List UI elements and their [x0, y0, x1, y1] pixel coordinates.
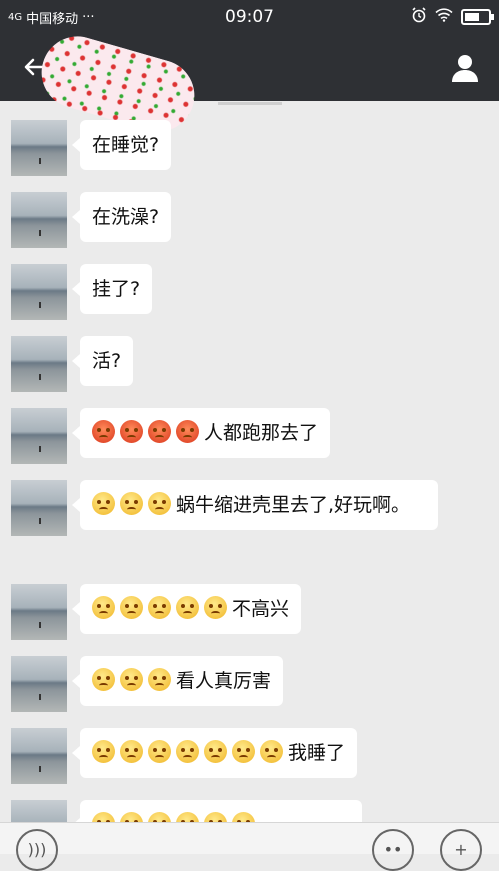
smiley-face-emoji-icon [260, 740, 283, 763]
smiley-face-emoji-icon [204, 812, 227, 822]
smiley-face-emoji-icon [148, 812, 171, 822]
avatar[interactable] [11, 192, 67, 248]
message-bubble[interactable] [72, 800, 362, 822]
angry-face-emoji-icon [92, 420, 115, 443]
message-text: 活? [92, 350, 122, 372]
alarm-icon [411, 7, 427, 27]
message-bubble[interactable]: 不高兴 [71, 584, 302, 634]
avatar[interactable] [11, 336, 67, 392]
message-bubble[interactable]: 人都跑那去了 [71, 408, 331, 458]
message-text: 看人真厉害 [176, 670, 272, 692]
smiley-face-emoji-icon [204, 740, 227, 763]
message-text: 在睡觉? [92, 134, 160, 156]
message-bubble[interactable]: 看人真厉害 [71, 656, 284, 706]
smiley-face-emoji-icon [176, 740, 199, 763]
message-text: 在洗澡? [92, 206, 160, 228]
avatar[interactable] [11, 120, 67, 176]
message-bubble[interactable]: 蜗牛缩进壳里去了,好玩啊。 [72, 480, 438, 530]
smiley-face-emoji-icon [120, 740, 143, 763]
angry-face-emoji-icon [120, 420, 143, 443]
battery-fill [465, 13, 479, 21]
input-bar: ))) •• + [0, 822, 499, 871]
smiley-face-emoji-icon [120, 812, 143, 822]
smiley-face-emoji-icon [92, 812, 115, 822]
smiley-face-emoji-icon [120, 668, 143, 691]
smiley-face-emoji-icon [204, 596, 227, 619]
avatar[interactable] [11, 408, 67, 464]
pull-indicator [218, 102, 282, 105]
angry-face-emoji-icon [148, 420, 171, 443]
voice-icon[interactable]: ))) [16, 829, 58, 871]
message-text: 我睡了 [288, 742, 346, 764]
message-list[interactable]: 在睡觉? 在洗澡? 挂了? 活? 人都跑那去了 蜗牛缩进壳里去了,好玩啊。 不高… [0, 110, 499, 822]
smiley-face-emoji-icon [120, 596, 143, 619]
message-text: 不高兴 [232, 598, 290, 620]
smiley-face-emoji-icon [92, 596, 115, 619]
message-bubble[interactable]: 挂了? [71, 264, 153, 314]
message-text: 人都跑那去了 [204, 422, 319, 444]
status-right [411, 7, 494, 27]
smiley-face-emoji-icon [148, 740, 171, 763]
smiley-face-emoji-icon [232, 812, 255, 822]
person-icon[interactable] [449, 52, 481, 84]
avatar[interactable] [11, 584, 67, 640]
avatar[interactable] [11, 728, 67, 784]
smiley-face-emoji-icon [120, 492, 143, 515]
smiley-face-emoji-icon [176, 596, 199, 619]
status-bar: 4G 中国移动 ··· 09:07 [0, 0, 499, 34]
avatar[interactable] [11, 656, 67, 712]
avatar[interactable] [11, 800, 67, 822]
message-bubble[interactable]: 在洗澡? [71, 192, 172, 242]
avatar[interactable] [11, 264, 67, 320]
smiley-face-emoji-icon [92, 492, 115, 515]
message-text: 挂了? [92, 278, 141, 300]
smiley-face-emoji-icon [148, 492, 171, 515]
avatar[interactable] [11, 480, 67, 536]
emoji-icon[interactable]: •• [372, 829, 414, 871]
message-bubble[interactable]: 在睡觉? [71, 120, 172, 170]
smiley-face-emoji-icon [176, 812, 199, 822]
message-bubble[interactable]: 活? [71, 336, 134, 386]
message-text: 蜗牛缩进壳里去了,好玩啊。 [176, 494, 411, 516]
nav-bar: 月 [0, 27, 499, 141]
message-bubble[interactable]: 我睡了 [71, 728, 358, 778]
smiley-face-emoji-icon [92, 668, 115, 691]
smiley-face-emoji-icon [92, 740, 115, 763]
smiley-face-emoji-icon [148, 668, 171, 691]
angry-face-emoji-icon [176, 420, 199, 443]
battery-icon [461, 9, 494, 25]
smiley-face-emoji-icon [148, 596, 171, 619]
plus-icon[interactable]: + [440, 829, 482, 871]
smiley-face-emoji-icon [232, 740, 255, 763]
wifi-icon [435, 8, 453, 26]
